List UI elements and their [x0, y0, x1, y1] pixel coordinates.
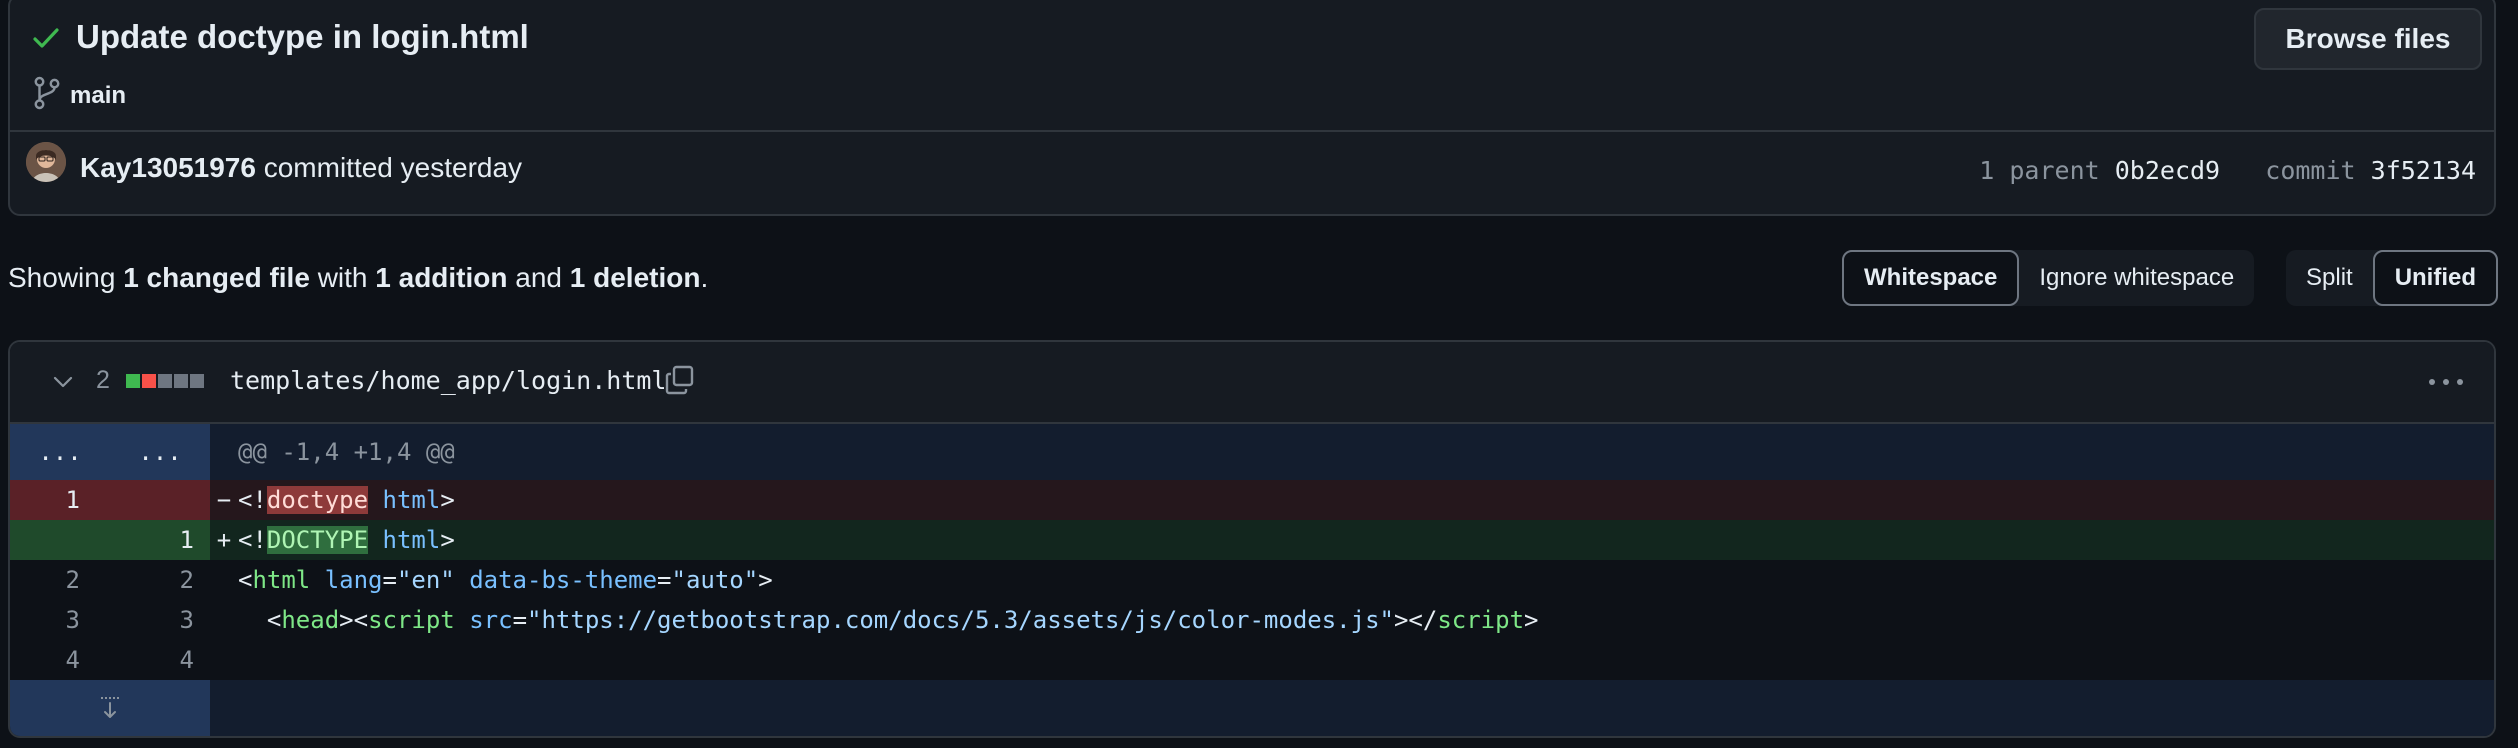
- committed-text: committed yesterday: [263, 152, 523, 183]
- author-link[interactable]: Kay13051976: [80, 152, 256, 183]
- parent-label: 1 parent: [1979, 156, 2100, 185]
- summary-deletions: 1 deletion: [569, 262, 701, 293]
- diff-line-deleted: 1 − <!doctype html>: [10, 480, 2494, 520]
- git-branch-icon: [34, 76, 60, 110]
- code-line: <html lang="en" data-bs-theme="auto">: [238, 566, 773, 594]
- new-line-number[interactable]: 1: [110, 520, 210, 560]
- commit-header: Update doctype in login.html main Browse…: [8, 0, 2496, 216]
- diffstat-neutral-block: [158, 374, 172, 388]
- summary-additions: 1 addition: [375, 262, 508, 293]
- whitespace-button[interactable]: Whitespace: [1842, 250, 2020, 306]
- ignore-whitespace-button[interactable]: Ignore whitespace: [2019, 250, 2254, 306]
- change-count: 2: [96, 366, 110, 394]
- diff-sign: [210, 560, 238, 600]
- diff-summary: Showing 1 changed file with 1 addition a…: [8, 262, 708, 294]
- commit-title: Update doctype in login.html: [76, 18, 529, 55]
- diffstat-bar: [126, 374, 204, 388]
- commit-sha: 3f52134: [2370, 156, 2476, 185]
- check-icon: [33, 28, 59, 48]
- diff-sign: [210, 640, 238, 680]
- diff-sign: −: [216, 486, 232, 514]
- summary-period: .: [700, 262, 709, 293]
- diff-table: ... ... @@ -1,4 +1,4 @@ 1 − <!doctype ht…: [10, 424, 2494, 736]
- old-line-number[interactable]: 4: [10, 640, 110, 680]
- summary-with: with: [317, 262, 368, 293]
- new-line-number[interactable]: [110, 480, 210, 520]
- old-line-number[interactable]: [10, 520, 110, 560]
- code-line: <!doctype html>: [238, 486, 455, 514]
- file-header: 2 templates/home_app/login.html: [10, 342, 2494, 424]
- summary-files: 1 changed file: [123, 262, 310, 293]
- chevron-down-icon[interactable]: [52, 374, 74, 390]
- unfold-down-icon: [101, 697, 119, 718]
- unified-view-button[interactable]: Unified: [2372, 250, 2499, 306]
- file-path-link[interactable]: templates/home_app/login.html: [230, 366, 667, 395]
- diffstat-deleted-block: [142, 374, 156, 388]
- diff-line-context: 2 2 <html lang="en" data-bs-theme="auto"…: [10, 560, 2494, 600]
- commit-meta: 1 parent 0b2ecd9 commit 3f52134: [1979, 156, 2476, 185]
- hunk-header: @@ -1,4 +1,4 @@: [238, 438, 455, 466]
- new-line-number[interactable]: 2: [110, 560, 210, 600]
- commit-label: commit: [2265, 156, 2356, 185]
- browse-files-button[interactable]: Browse files: [2254, 8, 2482, 70]
- copy-icon[interactable]: [664, 364, 696, 396]
- diffstat-added-block: [126, 374, 140, 388]
- expand-up-left[interactable]: ...: [10, 424, 110, 480]
- split-view-button[interactable]: Split: [2286, 250, 2373, 306]
- divider: [10, 130, 2494, 132]
- new-line-number[interactable]: 3: [110, 600, 210, 640]
- new-line-number[interactable]: 4: [110, 640, 210, 680]
- old-line-number[interactable]: 1: [10, 480, 110, 520]
- hunk-header-row: ... ... @@ -1,4 +1,4 @@: [10, 424, 2494, 480]
- diffstat-neutral-block: [190, 374, 204, 388]
- branch-name[interactable]: main: [70, 82, 126, 110]
- expand-down-row: [10, 680, 2494, 736]
- diff-sign: +: [216, 526, 232, 554]
- code-line: <!DOCTYPE html>: [238, 526, 455, 554]
- old-line-number[interactable]: 2: [10, 560, 110, 600]
- diff-line-context: 3 3 <head><script src="https://getbootst…: [10, 600, 2494, 640]
- summary-prefix: Showing: [8, 262, 116, 293]
- author-line: Kay13051976 committed yesterday: [80, 152, 522, 184]
- diffstat-neutral-block: [174, 374, 188, 388]
- old-line-number[interactable]: 3: [10, 600, 110, 640]
- expand-up-right[interactable]: ...: [110, 424, 210, 480]
- avatar[interactable]: [26, 142, 66, 182]
- code-line: <head><script src="https://getbootstrap.…: [266, 606, 1539, 634]
- expand-down-button[interactable]: [10, 680, 210, 736]
- file-diff: 2 templates/home_app/login.html ... ... …: [8, 340, 2496, 738]
- view-mode-toggle: Split Unified: [2286, 250, 2499, 306]
- diff-line-added: 1 + <!DOCTYPE html>: [10, 520, 2494, 560]
- kebab-menu-icon[interactable]: [2428, 378, 2464, 386]
- summary-and: and: [515, 262, 562, 293]
- parent-sha-link[interactable]: 0b2ecd9: [2115, 156, 2220, 185]
- whitespace-toggle: Whitespace Ignore whitespace: [1842, 250, 2255, 306]
- diff-line-context: 4 4: [10, 640, 2494, 680]
- diff-sign: [210, 600, 238, 640]
